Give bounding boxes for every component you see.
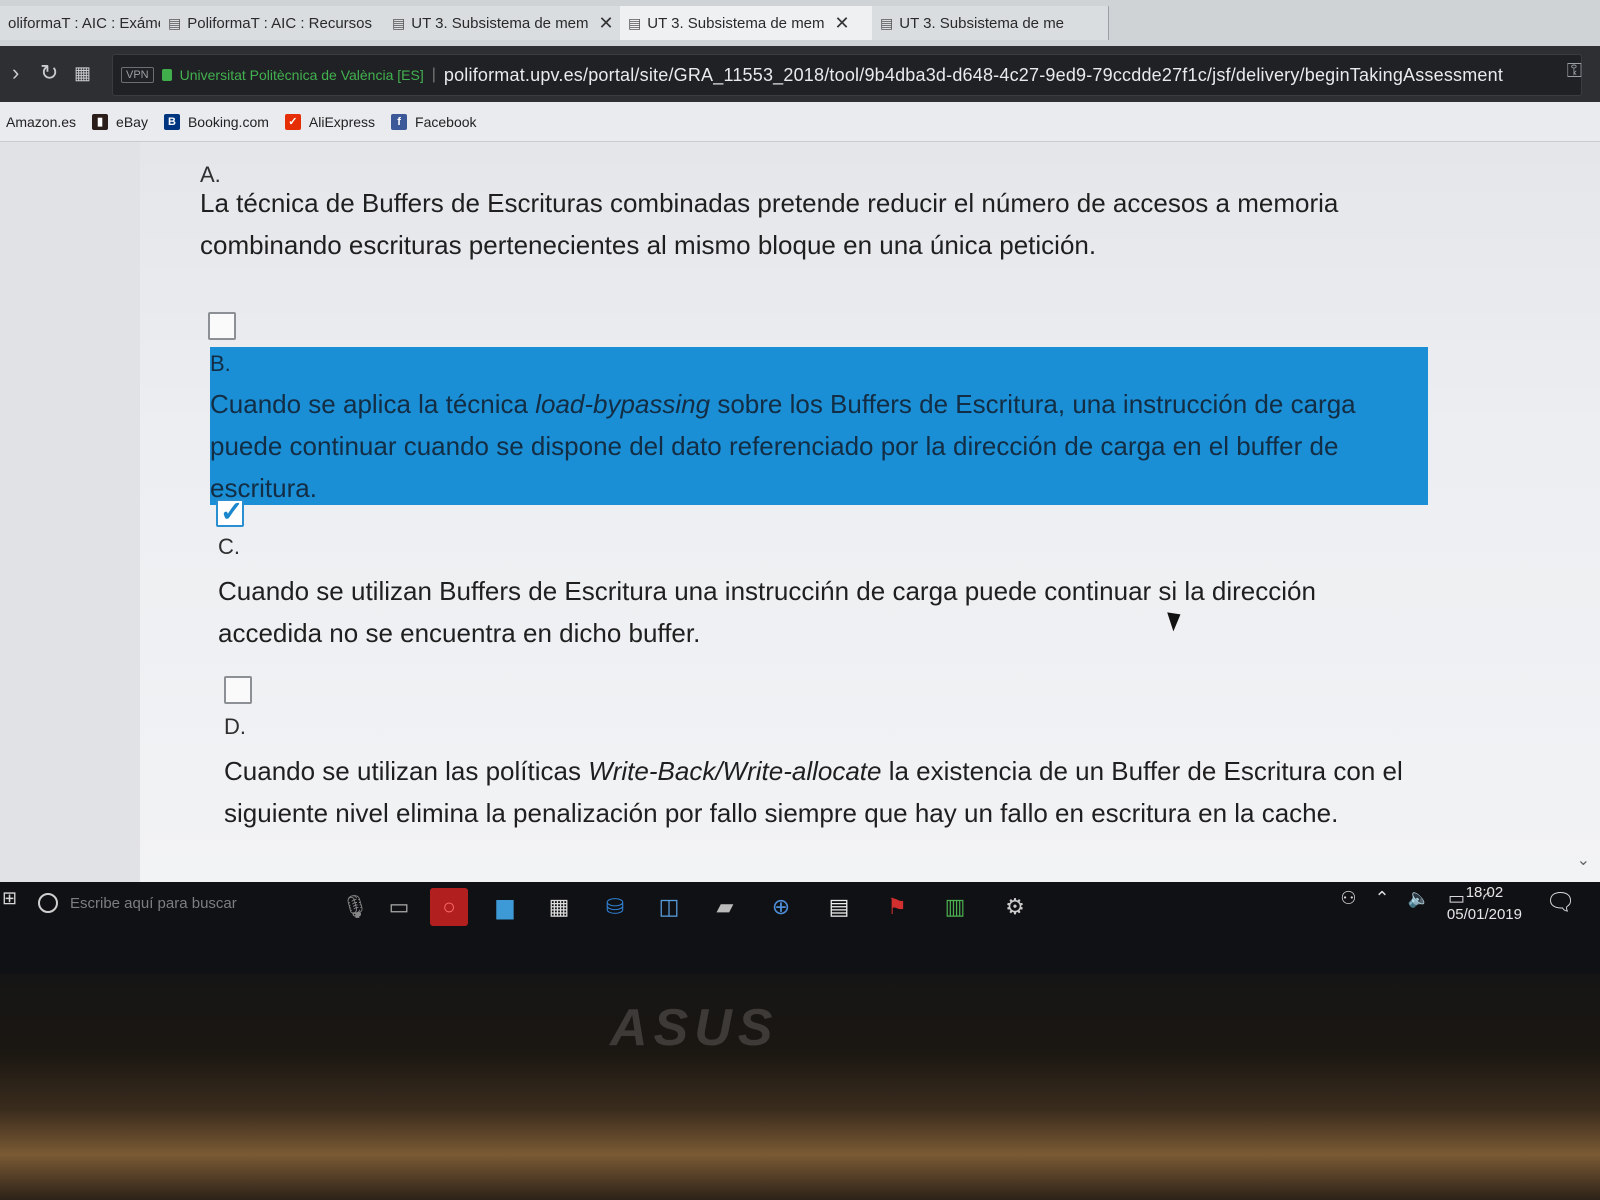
people-icon[interactable]: ⚇ [1340, 888, 1356, 909]
windows-start-icon[interactable]: ⊞ [2, 888, 17, 909]
option-d-letter: D. [224, 714, 246, 739]
acrobat-icon[interactable]: ⚑ [878, 888, 916, 926]
option-b-text: Cuando se aplica la técnica load-bypassi… [210, 383, 1410, 509]
key-icon[interactable]: ⚿ [1567, 60, 1582, 83]
site-favicon-icon: ▤ [392, 14, 406, 31]
bookmark-ebay[interactable]: ▮ eBay [92, 113, 148, 130]
reload-icon[interactable]: ↻ [40, 60, 58, 86]
bookmark-label: AliExpress [308, 113, 376, 130]
site-favicon-icon: ▤ [880, 14, 894, 31]
site-favicon-icon: ▤ [628, 14, 642, 31]
search-placeholder: Escribe aquí para buscar [70, 894, 237, 912]
task-view-icon[interactable]: ▭ [380, 888, 418, 926]
bookmark-label: Amazon.es [6, 113, 77, 130]
scroll-down-icon[interactable]: ⌄ [1577, 850, 1590, 870]
bookmarks-bar: Amazon.es ▮ eBay B Booking.com ✓ AliExpr… [0, 102, 1600, 142]
facebook-icon: f [391, 113, 408, 130]
bookmark-label: eBay [116, 113, 148, 130]
laptop-bezel: ASUS [0, 974, 1600, 1200]
tab-label: UT 3. Subsistema de me [899, 14, 1065, 32]
tab-label: UT 3. Subsistema de mem [411, 14, 589, 32]
tab-examenes[interactable]: oliformaT : AIC : Exámene ✕ [0, 6, 167, 40]
option-a-text: La técnica de Buffers de Escrituras comb… [200, 188, 1339, 260]
url-field[interactable]: VPN Universitat Politècnica de València … [112, 54, 1582, 96]
tab-label: PoliformaT : AIC : Recursos [187, 14, 373, 32]
url-text[interactable]: poliformat.upv.es/portal/site/GRA_11553_… [444, 65, 1503, 86]
tab-label: UT 3. Subsistema de mem [647, 14, 825, 32]
bookmark-facebook[interactable]: f Facebook [391, 113, 477, 130]
checkmark-icon: ✓ [220, 496, 244, 527]
microphone-icon[interactable]: 🎙 [336, 888, 374, 926]
opera-icon[interactable]: ○ [430, 888, 468, 926]
option-d-checkbox[interactable] [224, 676, 252, 704]
option-d-text-start: Cuando se utilizan las políticas [224, 756, 589, 786]
option-c-letter: C. [218, 534, 240, 559]
laptop-brand-logo: ASUS [610, 999, 779, 1057]
option-c-text: Cuando se utilizan Buffers de Escritura … [218, 576, 1316, 648]
cortana-icon[interactable] [38, 893, 58, 913]
tab-ut3-a[interactable]: ▤ UT 3. Subsistema de mem ✕ [384, 6, 629, 40]
bookmark-booking[interactable]: B Booking.com [163, 113, 269, 130]
volume-icon[interactable]: 🔈 [1408, 888, 1430, 909]
option-b-highlight[interactable]: B. Cuando se aplica la técnica load-bypa… [210, 347, 1428, 505]
option-b-letter: B. [210, 351, 231, 376]
bookmark-aliexpress[interactable]: ✓ AliExpress [284, 113, 376, 130]
option-b-text-start: Cuando se aplica la técnica [210, 389, 536, 419]
assessment-page: A. La técnica de Buffers de Escrituras c… [0, 142, 1600, 882]
aliexpress-icon: ✓ [284, 113, 301, 130]
close-icon[interactable]: ✕ [599, 13, 614, 34]
clock-date: 05/01/2019 [1446, 906, 1522, 923]
option-d-text: Cuando se utilizan las políticas Write-B… [224, 750, 1404, 834]
booking-icon: B [163, 113, 180, 130]
option-d-emphasis: Write-Back/Write-allocate [588, 756, 882, 786]
tab-recursos[interactable]: ▤ PoliformaT : AIC : Recursos ✕ [160, 6, 391, 40]
file-explorer-icon[interactable]: ▆ [486, 888, 524, 926]
clock[interactable]: 18:02 05/01/2019 [1447, 882, 1522, 926]
speed-dial-icon[interactable]: ▦ [74, 63, 91, 84]
forward-icon[interactable]: › [12, 60, 19, 86]
bookmark-amazon[interactable]: Amazon.es [6, 114, 76, 130]
site-favicon-icon: ▤ [168, 14, 182, 31]
lock-app-icon[interactable]: ⊕ [762, 888, 800, 926]
lock-icon[interactable] [161, 69, 172, 81]
left-margin [0, 142, 140, 882]
option-b-emphasis: load-bypassing [535, 389, 711, 419]
spreadsheet-icon[interactable]: ▥ [936, 888, 974, 926]
network-app-icon[interactable]: ⛁ [596, 888, 634, 926]
store-icon[interactable]: ◫ [650, 888, 688, 926]
option-c-checkbox[interactable]: ✓ [216, 496, 244, 527]
tab-ut3-b[interactable]: ▤ UT 3. Subsistema de mem ✕ [620, 6, 877, 40]
calculator-icon[interactable]: ▦ [540, 888, 578, 926]
chevron-up-icon[interactable]: ⌃ [1374, 888, 1389, 909]
tab-label: oliformaT : AIC : Exámene [8, 14, 167, 32]
notification-center-icon[interactable]: 🗨 [1546, 888, 1576, 917]
bookmark-label: Facebook [415, 113, 477, 130]
ebay-bag-icon: ▮ [92, 113, 109, 130]
tab-ut3-c[interactable]: ▤ UT 3. Subsistema de me [872, 6, 1109, 40]
divider: | [431, 66, 436, 83]
taskbar: ⊞ Escribe aquí para buscar 🎙 ▭ ○ ▆ ▦ ⛁ ◫… [0, 882, 1600, 974]
tab-bar: oliformaT : AIC : Exámene ✕ ▤ PoliformaT… [0, 0, 1600, 46]
settings-icon[interactable]: ⚙ [996, 888, 1034, 926]
site-identity[interactable]: Universitat Politècnica de València [ES] [180, 67, 424, 83]
document-icon[interactable]: ▤ [820, 888, 858, 926]
option-b-checkbox[interactable] [208, 312, 236, 340]
bookmark-label: Booking.com [187, 113, 269, 130]
vpn-badge[interactable]: VPN [121, 67, 154, 83]
close-icon[interactable]: ✕ [835, 13, 850, 34]
sticky-notes-icon[interactable]: ▰ [706, 888, 744, 926]
clock-time: 18:02 [1465, 884, 1504, 901]
address-bar: › ↻ ▦ VPN Universitat Politècnica de Val… [0, 46, 1600, 102]
